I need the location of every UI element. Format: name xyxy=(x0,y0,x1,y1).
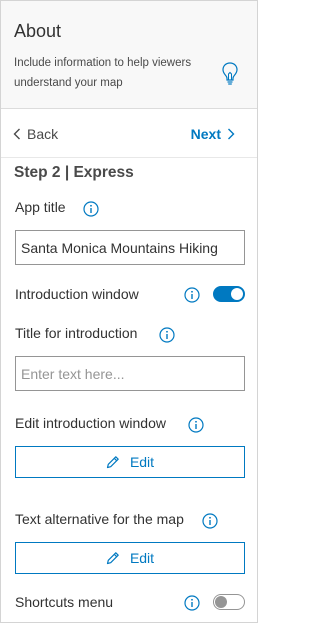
next-button[interactable]: Next xyxy=(191,126,235,142)
intro-title-label: Title for introduction xyxy=(15,325,138,341)
intro-title-input[interactable] xyxy=(15,356,245,391)
step-navigation: Back Next xyxy=(1,110,257,158)
panel-title: About xyxy=(14,21,62,41)
info-icon[interactable] xyxy=(184,595,200,611)
step-title: Step 2 | Express xyxy=(14,164,134,181)
back-label: Back xyxy=(27,126,59,142)
info-icon[interactable] xyxy=(159,327,175,343)
text-alt-label: Text alternative for the map xyxy=(15,511,184,527)
lightbulb-icon[interactable] xyxy=(221,61,239,87)
info-icon[interactable] xyxy=(83,201,99,217)
app-title-input[interactable] xyxy=(15,230,245,265)
info-icon[interactable] xyxy=(202,513,218,529)
edit-text-alt-button-label: Edit xyxy=(129,550,155,566)
chevron-right-icon xyxy=(228,128,235,140)
info-icon[interactable] xyxy=(184,287,200,303)
about-panel: About Include information to help viewer… xyxy=(0,0,258,623)
toggle-knob xyxy=(231,288,243,300)
next-label: Next xyxy=(190,126,221,142)
shortcuts-toggle[interactable] xyxy=(213,594,245,610)
intro-window-toggle[interactable] xyxy=(213,286,245,302)
panel-header: About Include information to help viewer… xyxy=(1,1,257,109)
toggle-knob xyxy=(215,596,227,608)
edit-intro-button-label: Edit xyxy=(129,454,155,470)
chevron-left-icon xyxy=(13,128,20,140)
app-title-label: App title xyxy=(15,199,66,215)
edit-text-alt-button[interactable]: Edit xyxy=(15,542,245,574)
back-button[interactable]: Back xyxy=(13,126,58,142)
panel-description: Include information to help viewers unde… xyxy=(14,57,192,89)
pencil-icon xyxy=(106,456,119,469)
edit-intro-button[interactable]: Edit xyxy=(15,446,245,478)
info-icon[interactable] xyxy=(188,417,204,433)
intro-window-label: Introduction window xyxy=(15,286,139,302)
pencil-icon xyxy=(106,552,119,565)
edit-intro-label: Edit introduction window xyxy=(15,415,166,431)
shortcuts-label: Shortcuts menu xyxy=(15,594,114,610)
